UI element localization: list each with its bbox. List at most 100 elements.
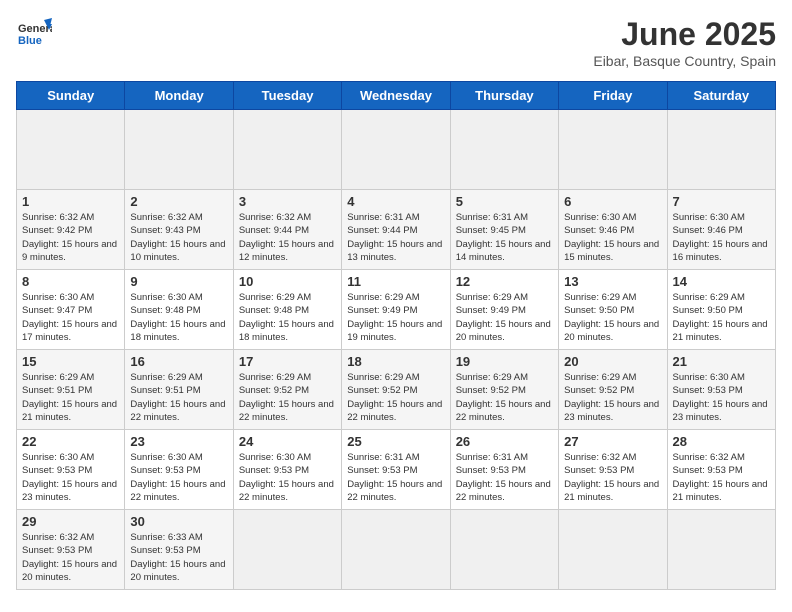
table-row: 24 Sunrise: 6:30 AMSunset: 9:53 PMDaylig… xyxy=(233,430,341,510)
day-info: Sunrise: 6:30 AMSunset: 9:46 PMDaylight:… xyxy=(673,211,770,264)
day-number: 13 xyxy=(564,274,661,289)
calendar-week-row: 22 Sunrise: 6:30 AMSunset: 9:53 PMDaylig… xyxy=(17,430,776,510)
day-number: 9 xyxy=(130,274,227,289)
header-tuesday: Tuesday xyxy=(233,82,341,110)
header-friday: Friday xyxy=(559,82,667,110)
day-number: 16 xyxy=(130,354,227,369)
day-number: 8 xyxy=(22,274,119,289)
table-row: 23 Sunrise: 6:30 AMSunset: 9:53 PMDaylig… xyxy=(125,430,233,510)
table-row xyxy=(450,510,558,590)
day-info: Sunrise: 6:29 AMSunset: 9:52 PMDaylight:… xyxy=(456,371,553,424)
day-number: 24 xyxy=(239,434,336,449)
day-info: Sunrise: 6:31 AMSunset: 9:45 PMDaylight:… xyxy=(456,211,553,264)
table-row: 1 Sunrise: 6:32 AMSunset: 9:42 PMDayligh… xyxy=(17,190,125,270)
table-row: 27 Sunrise: 6:32 AMSunset: 9:53 PMDaylig… xyxy=(559,430,667,510)
day-number: 12 xyxy=(456,274,553,289)
table-row xyxy=(667,510,775,590)
day-number: 19 xyxy=(456,354,553,369)
table-row: 15 Sunrise: 6:29 AMSunset: 9:51 PMDaylig… xyxy=(17,350,125,430)
calendar-week-row: 1 Sunrise: 6:32 AMSunset: 9:42 PMDayligh… xyxy=(17,190,776,270)
header-sunday: Sunday xyxy=(17,82,125,110)
calendar-week-row: 15 Sunrise: 6:29 AMSunset: 9:51 PMDaylig… xyxy=(17,350,776,430)
table-row: 30 Sunrise: 6:33 AMSunset: 9:53 PMDaylig… xyxy=(125,510,233,590)
svg-text:Blue: Blue xyxy=(18,35,42,47)
day-number: 7 xyxy=(673,194,770,209)
table-row: 21 Sunrise: 6:30 AMSunset: 9:53 PMDaylig… xyxy=(667,350,775,430)
table-row xyxy=(559,110,667,190)
day-number: 5 xyxy=(456,194,553,209)
day-info: Sunrise: 6:29 AMSunset: 9:52 PMDaylight:… xyxy=(239,371,336,424)
table-row xyxy=(125,110,233,190)
table-row xyxy=(342,110,450,190)
day-info: Sunrise: 6:29 AMSunset: 9:52 PMDaylight:… xyxy=(347,371,444,424)
calendar-title: June 2025 xyxy=(593,16,776,53)
day-info: Sunrise: 6:33 AMSunset: 9:53 PMDaylight:… xyxy=(130,531,227,584)
day-number: 27 xyxy=(564,434,661,449)
table-row: 13 Sunrise: 6:29 AMSunset: 9:50 PMDaylig… xyxy=(559,270,667,350)
table-row: 2 Sunrise: 6:32 AMSunset: 9:43 PMDayligh… xyxy=(125,190,233,270)
table-row: 6 Sunrise: 6:30 AMSunset: 9:46 PMDayligh… xyxy=(559,190,667,270)
table-row xyxy=(667,110,775,190)
header-monday: Monday xyxy=(125,82,233,110)
day-number: 30 xyxy=(130,514,227,529)
day-number: 4 xyxy=(347,194,444,209)
day-number: 2 xyxy=(130,194,227,209)
day-number: 18 xyxy=(347,354,444,369)
day-info: Sunrise: 6:30 AMSunset: 9:53 PMDaylight:… xyxy=(22,451,119,504)
calendar-week-row: 29 Sunrise: 6:32 AMSunset: 9:53 PMDaylig… xyxy=(17,510,776,590)
table-row: 19 Sunrise: 6:29 AMSunset: 9:52 PMDaylig… xyxy=(450,350,558,430)
table-row: 25 Sunrise: 6:31 AMSunset: 9:53 PMDaylig… xyxy=(342,430,450,510)
day-number: 17 xyxy=(239,354,336,369)
table-row: 26 Sunrise: 6:31 AMSunset: 9:53 PMDaylig… xyxy=(450,430,558,510)
day-number: 23 xyxy=(130,434,227,449)
day-number: 15 xyxy=(22,354,119,369)
table-row xyxy=(559,510,667,590)
day-info: Sunrise: 6:29 AMSunset: 9:49 PMDaylight:… xyxy=(456,291,553,344)
table-row xyxy=(233,510,341,590)
table-row: 7 Sunrise: 6:30 AMSunset: 9:46 PMDayligh… xyxy=(667,190,775,270)
table-row: 14 Sunrise: 6:29 AMSunset: 9:50 PMDaylig… xyxy=(667,270,775,350)
day-info: Sunrise: 6:30 AMSunset: 9:48 PMDaylight:… xyxy=(130,291,227,344)
header-thursday: Thursday xyxy=(450,82,558,110)
day-info: Sunrise: 6:31 AMSunset: 9:44 PMDaylight:… xyxy=(347,211,444,264)
table-row: 4 Sunrise: 6:31 AMSunset: 9:44 PMDayligh… xyxy=(342,190,450,270)
table-row: 17 Sunrise: 6:29 AMSunset: 9:52 PMDaylig… xyxy=(233,350,341,430)
table-row: 9 Sunrise: 6:30 AMSunset: 9:48 PMDayligh… xyxy=(125,270,233,350)
table-row xyxy=(342,510,450,590)
day-number: 14 xyxy=(673,274,770,289)
table-row: 5 Sunrise: 6:31 AMSunset: 9:45 PMDayligh… xyxy=(450,190,558,270)
table-row: 20 Sunrise: 6:29 AMSunset: 9:52 PMDaylig… xyxy=(559,350,667,430)
day-number: 11 xyxy=(347,274,444,289)
day-info: Sunrise: 6:30 AMSunset: 9:46 PMDaylight:… xyxy=(564,211,661,264)
day-number: 21 xyxy=(673,354,770,369)
day-info: Sunrise: 6:32 AMSunset: 9:53 PMDaylight:… xyxy=(564,451,661,504)
day-info: Sunrise: 6:31 AMSunset: 9:53 PMDaylight:… xyxy=(347,451,444,504)
table-row: 28 Sunrise: 6:32 AMSunset: 9:53 PMDaylig… xyxy=(667,430,775,510)
calendar-week-row xyxy=(17,110,776,190)
table-row: 16 Sunrise: 6:29 AMSunset: 9:51 PMDaylig… xyxy=(125,350,233,430)
logo-icon: General Blue xyxy=(16,16,52,52)
day-number: 1 xyxy=(22,194,119,209)
day-info: Sunrise: 6:32 AMSunset: 9:53 PMDaylight:… xyxy=(673,451,770,504)
table-row: 22 Sunrise: 6:30 AMSunset: 9:53 PMDaylig… xyxy=(17,430,125,510)
day-number: 20 xyxy=(564,354,661,369)
day-number: 28 xyxy=(673,434,770,449)
day-info: Sunrise: 6:32 AMSunset: 9:43 PMDaylight:… xyxy=(130,211,227,264)
day-number: 6 xyxy=(564,194,661,209)
day-info: Sunrise: 6:30 AMSunset: 9:53 PMDaylight:… xyxy=(130,451,227,504)
day-info: Sunrise: 6:31 AMSunset: 9:53 PMDaylight:… xyxy=(456,451,553,504)
table-row: 8 Sunrise: 6:30 AMSunset: 9:47 PMDayligh… xyxy=(17,270,125,350)
day-info: Sunrise: 6:29 AMSunset: 9:49 PMDaylight:… xyxy=(347,291,444,344)
title-area: June 2025 Eibar, Basque Country, Spain xyxy=(593,16,776,69)
calendar-week-row: 8 Sunrise: 6:30 AMSunset: 9:47 PMDayligh… xyxy=(17,270,776,350)
header-wednesday: Wednesday xyxy=(342,82,450,110)
logo: General Blue xyxy=(16,16,52,52)
header-saturday: Saturday xyxy=(667,82,775,110)
day-info: Sunrise: 6:32 AMSunset: 9:44 PMDaylight:… xyxy=(239,211,336,264)
day-info: Sunrise: 6:29 AMSunset: 9:50 PMDaylight:… xyxy=(564,291,661,344)
table-row: 18 Sunrise: 6:29 AMSunset: 9:52 PMDaylig… xyxy=(342,350,450,430)
day-info: Sunrise: 6:29 AMSunset: 9:50 PMDaylight:… xyxy=(673,291,770,344)
day-info: Sunrise: 6:32 AMSunset: 9:53 PMDaylight:… xyxy=(22,531,119,584)
calendar-subtitle: Eibar, Basque Country, Spain xyxy=(593,53,776,69)
table-row: 11 Sunrise: 6:29 AMSunset: 9:49 PMDaylig… xyxy=(342,270,450,350)
